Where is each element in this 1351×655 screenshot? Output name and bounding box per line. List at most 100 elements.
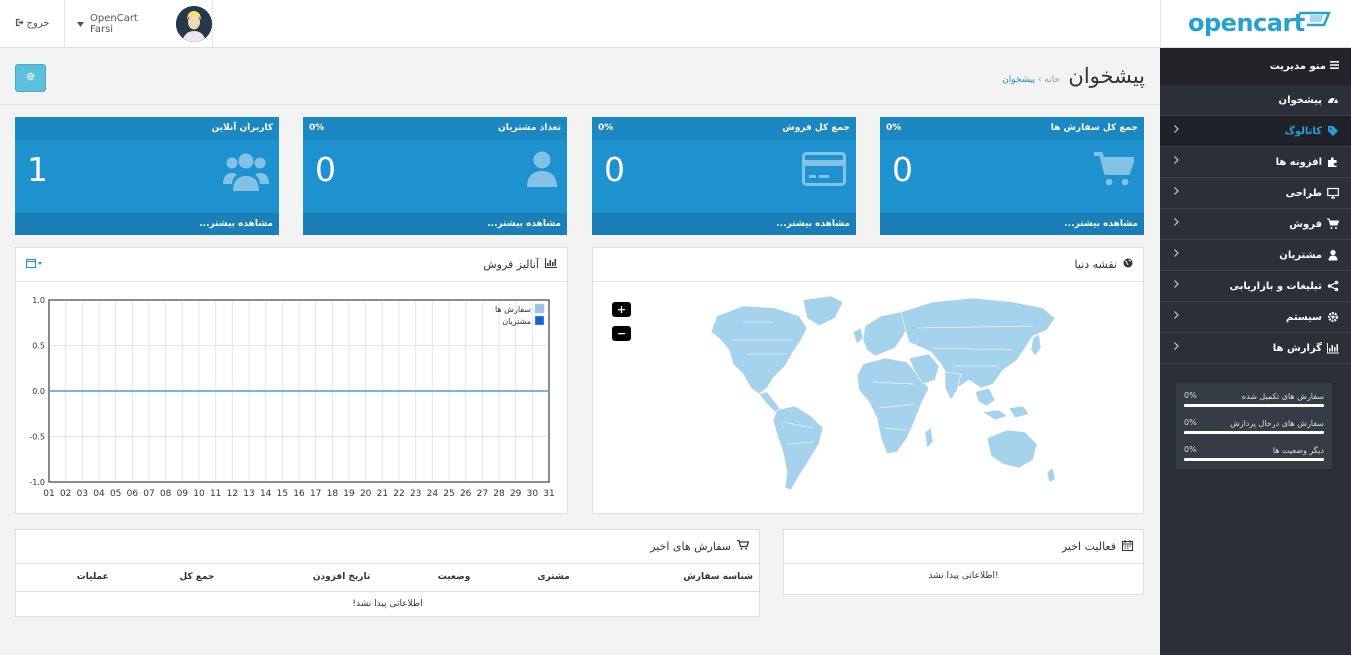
share-icon <box>1327 280 1339 292</box>
chevron-right-icon <box>1174 249 1179 260</box>
view-more-link[interactable]: مشاهده بیشتر... <box>880 213 1144 235</box>
x-tick-label: 05 <box>110 489 121 499</box>
x-tick-label: 15 <box>277 489 288 499</box>
stat-row: سفارش های درحال پردازش 0% <box>1184 416 1324 443</box>
summary-tile: تعداد مشتریان 0% 0 مشاهده بیشتر... <box>303 117 567 235</box>
x-tick-label: 08 <box>160 489 172 499</box>
tile-body: 0 <box>303 139 567 213</box>
x-tick-label: 24 <box>427 489 439 499</box>
developer-settings-button[interactable] <box>15 64 46 92</box>
sidebar-title-label: منو مدیریت <box>1269 61 1326 72</box>
logout-button[interactable]: خروج <box>0 0 65 47</box>
summary-tile: کاربران آنلاین 1 مشاهده بیشتر... <box>15 117 279 235</box>
stat-percent: 0% <box>1184 445 1197 454</box>
sidebar-item-label: پیشخوان <box>1278 94 1322 106</box>
calendar-dropdown-button[interactable] <box>26 258 42 271</box>
x-tick-label: 26 <box>460 489 472 499</box>
stat-percent: 0% <box>1184 418 1197 427</box>
view-more-link[interactable]: مشاهده بیشتر... <box>303 213 567 235</box>
table-row: اطلاعاتی پیدا نشد! <box>16 591 759 617</box>
y-tick-label: -0.5 <box>29 433 45 442</box>
logo[interactable]: opencart <box>1160 0 1351 47</box>
x-tick-label: 10 <box>193 489 205 499</box>
tile-title: جمع کل فروش <box>782 123 850 133</box>
map-zoom-out-button[interactable]: − <box>612 326 631 341</box>
tags-icon <box>1327 125 1339 137</box>
sidebar-item[interactable]: مشتریان <box>1160 240 1351 271</box>
chevron-right-icon <box>1174 311 1179 322</box>
panel-heading: فعالیت اخیر <box>784 530 1143 564</box>
panel-title: آنالیز فروش <box>483 258 539 271</box>
users-icon <box>223 151 269 194</box>
column-header[interactable]: شناسه سفارش <box>575 564 759 592</box>
y-tick-label: 0.5 <box>32 342 45 351</box>
recent-orders-panel: سفارش های اخیر شناسه سفارش مشتری وضعیت تاری… <box>15 529 760 617</box>
x-tick-label: 23 <box>410 489 421 499</box>
tile-percent: 0% <box>598 123 614 133</box>
avatar[interactable] <box>176 5 212 42</box>
view-more-link[interactable]: مشاهده بیشتر... <box>592 213 856 235</box>
x-tick-label: 29 <box>510 489 522 499</box>
x-tick-label: 02 <box>60 489 71 499</box>
sidebar-item[interactable]: سیستم <box>1160 302 1351 333</box>
map-zoom-in-button[interactable]: + <box>612 302 631 317</box>
sidebar-item[interactable]: گزارش ها <box>1160 333 1351 364</box>
logout-label: خروج <box>26 18 50 29</box>
column-header[interactable]: جمع کل <box>114 564 221 592</box>
stat-progress-bar <box>1184 431 1324 434</box>
view-more-link[interactable]: مشاهده بیشتر... <box>15 213 279 235</box>
chevron-right-icon <box>1174 156 1179 167</box>
user-icon <box>527 151 557 190</box>
user-name: OpenCart Farsi <box>90 12 138 35</box>
tile-heading: جمع کل سفارش ها 0% <box>880 117 1144 139</box>
sidebar-item[interactable]: پیشخوان <box>1160 85 1351 116</box>
column-header[interactable]: تاریخ افزودن <box>220 564 377 592</box>
sidebar-item[interactable]: فروش <box>1160 209 1351 240</box>
x-tick-label: 21 <box>377 489 388 499</box>
credit-card-icon <box>802 151 846 190</box>
breadcrumb-home[interactable]: خانه <box>1044 75 1060 85</box>
cog-icon <box>26 72 35 84</box>
breadcrumb-current[interactable]: پیشخوان <box>1002 75 1035 85</box>
recent-activity-panel: فعالیت اخیر اطلاعاتی پیدا نشد! <box>783 529 1144 595</box>
stat-progress-bar <box>1184 458 1324 461</box>
sidebar-item[interactable]: طراحی <box>1160 178 1351 209</box>
column-header[interactable]: عملیات <box>16 564 115 592</box>
sidebar-item[interactable]: افزونه ها <box>1160 147 1351 178</box>
bar-chart-icon <box>545 258 557 271</box>
legend-swatch <box>534 315 545 326</box>
x-tick-label: 06 <box>127 489 139 499</box>
y-tick-label: -1.0 <box>29 478 45 487</box>
dashboard-icon <box>1327 94 1339 106</box>
x-tick-label: 27 <box>477 489 488 499</box>
legend-swatch <box>534 303 545 314</box>
user-menu[interactable]: OpenCart Farsi <box>65 0 213 47</box>
column-header[interactable]: مشتری <box>476 564 576 592</box>
stat-row: دیگر وضعیت ها 0% <box>1184 443 1324 470</box>
sidebar-title[interactable]: منو مدیریت <box>1160 48 1351 85</box>
x-tick-label: 16 <box>293 489 305 499</box>
panel-heading: آنالیز فروش <box>16 248 567 282</box>
y-tick-label: 0.0 <box>32 387 45 396</box>
world-map[interactable] <box>703 292 1063 502</box>
tile-percent: 0% <box>886 123 902 133</box>
x-tick-label: 07 <box>143 489 154 499</box>
sales-chart: 01 02 03 04 05 06 07 08 09 10 11 12 13 14 15 16 17 18 19 20… <box>29 296 554 499</box>
column-header[interactable]: وضعیت <box>376 564 477 592</box>
x-tick-label: 03 <box>77 489 88 499</box>
x-tick-label: 12 <box>227 489 238 499</box>
sidebar-item[interactable]: کاتالوگ <box>1160 116 1351 147</box>
x-tick-label: 22 <box>393 489 404 499</box>
logo-cart-icon <box>1298 10 1332 37</box>
sidebar-item-label: کاتالوگ <box>1284 125 1322 137</box>
stat-percent: 0% <box>1184 391 1197 400</box>
empty-message: اطلاعاتی پیدا نشد! <box>928 571 999 581</box>
x-tick-label: 14 <box>260 489 272 499</box>
puzzle-icon <box>1327 156 1339 168</box>
cart-icon <box>1327 218 1339 230</box>
calendar-icon <box>1122 539 1133 554</box>
chevron-right-icon <box>1174 218 1179 229</box>
sidebar-item[interactable]: تبلیغات و بازاریابی <box>1160 271 1351 302</box>
panel-title: نقشه دنیا <box>1074 258 1117 271</box>
cart-icon <box>737 539 750 553</box>
